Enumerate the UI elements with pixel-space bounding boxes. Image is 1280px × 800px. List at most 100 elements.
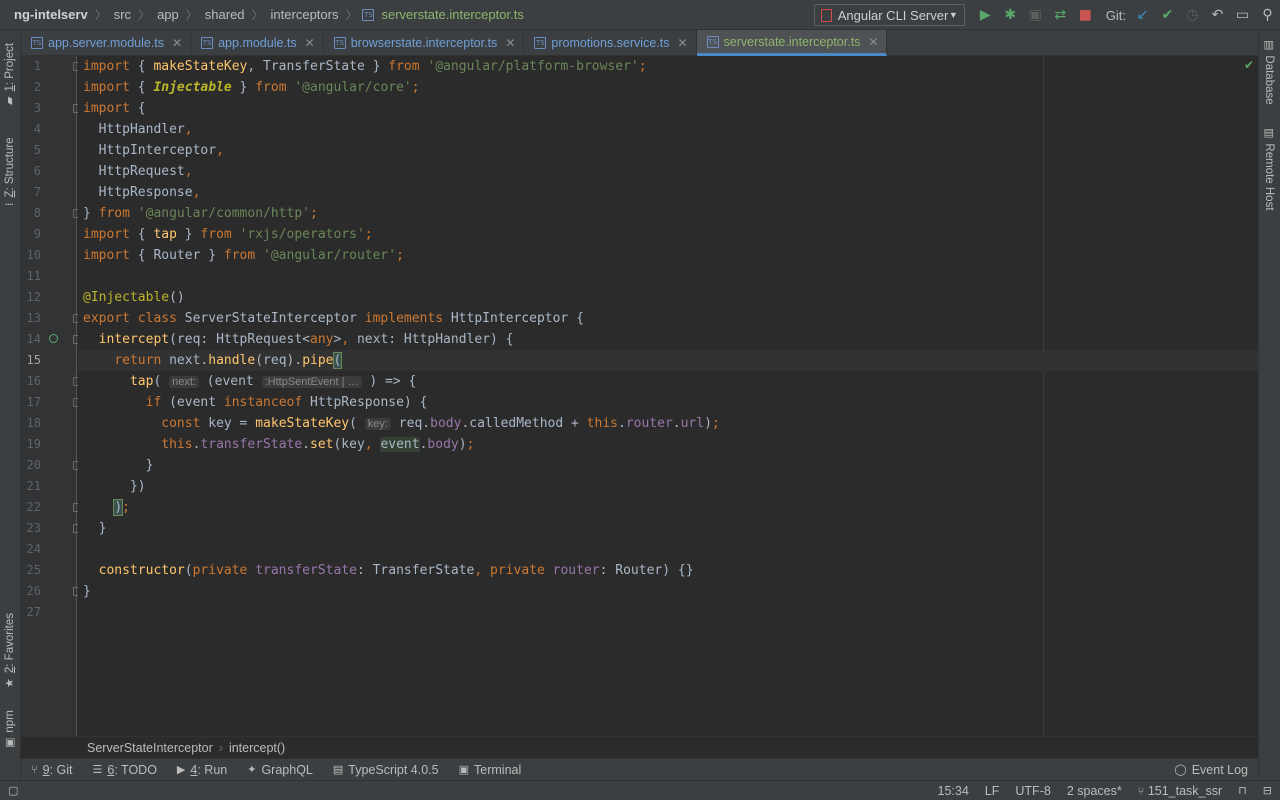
line-number[interactable]: 9: [21, 224, 41, 245]
code-line[interactable]: import { Injectable } from '@angular/cor…: [78, 77, 1258, 98]
code-line[interactable]: [78, 602, 1258, 623]
git-commit-button[interactable]: ✔: [1155, 4, 1180, 26]
code-line[interactable]: import { Router } from '@angular/router'…: [78, 245, 1258, 266]
crumb-project[interactable]: ng-intelserv: [12, 7, 90, 22]
line-number[interactable]: 24: [21, 539, 41, 560]
search-everywhere-button[interactable]: ⚲: [1255, 4, 1280, 26]
run-button[interactable]: ▶: [973, 4, 998, 26]
todo-tool-button[interactable]: ☰ 6: TODO: [82, 763, 166, 777]
crumb-app[interactable]: app: [155, 7, 181, 22]
line-number[interactable]: 6: [21, 161, 41, 182]
toggle-panels-icon[interactable]: ▢: [0, 784, 26, 797]
event-log-button[interactable]: ◯ Event Log: [1164, 763, 1258, 777]
indent-setting[interactable]: 2 spaces*: [1059, 784, 1130, 798]
graphql-tool-button[interactable]: ✦ GraphQL: [237, 763, 323, 777]
terminal-tool-button[interactable]: ▣ Terminal: [449, 763, 532, 777]
structure-tool-tab[interactable]: ⁞ Z: Structure: [3, 137, 16, 206]
line-number[interactable]: 15: [21, 350, 41, 371]
code-line[interactable]: @Injectable(): [78, 287, 1258, 308]
breadcrumb-class[interactable]: ServerStateInterceptor: [87, 741, 213, 755]
project-structure-button[interactable]: ▭: [1230, 4, 1255, 26]
crumb-interceptors[interactable]: interceptors: [269, 7, 341, 22]
typescript-tool-button[interactable]: ▤ TypeScript 4.0.5: [323, 763, 449, 777]
git-rollback-button[interactable]: ↶: [1205, 4, 1230, 26]
code-line[interactable]: tap( next: (event :HttpSentEvent | … ) =…: [78, 371, 1258, 392]
line-number[interactable]: 25: [21, 560, 41, 581]
line-number[interactable]: 14: [21, 329, 41, 350]
line-number[interactable]: 3: [21, 98, 41, 119]
code-line[interactable]: if (event instanceof HttpResponse) {: [78, 392, 1258, 413]
close-icon[interactable]: ✕: [868, 35, 878, 49]
run-configuration-select[interactable]: Angular CLI Server ▼: [813, 4, 965, 26]
line-number[interactable]: 4: [21, 119, 41, 140]
tab-app-server-module[interactable]: TS app.server.module.ts ✕: [21, 30, 192, 56]
line-number[interactable]: 2: [21, 77, 41, 98]
crumb-src[interactable]: src: [112, 7, 133, 22]
file-encoding[interactable]: UTF-8: [1007, 784, 1058, 798]
line-number[interactable]: 17: [21, 392, 41, 413]
code-line[interactable]: );: [78, 497, 1258, 518]
close-icon[interactable]: ✕: [505, 36, 515, 50]
code-line[interactable]: const key = makeStateKey( key: req.body.…: [78, 413, 1258, 434]
code-line[interactable]: HttpHandler,: [78, 119, 1258, 140]
line-separator[interactable]: LF: [977, 784, 1008, 798]
line-number[interactable]: 27: [21, 602, 41, 623]
line-number[interactable]: 16: [21, 371, 41, 392]
code-line[interactable]: import {: [78, 98, 1258, 119]
npm-tool-tab[interactable]: ▣ npm: [3, 710, 16, 748]
line-number[interactable]: 18: [21, 413, 41, 434]
code-line[interactable]: [78, 539, 1258, 560]
caret-position[interactable]: 15:34: [930, 784, 977, 798]
memory-indicator-icon[interactable]: ⊟: [1255, 784, 1280, 797]
tab-promotions-service[interactable]: TS promotions.service.ts ✕: [524, 30, 697, 56]
line-number[interactable]: 21: [21, 476, 41, 497]
crumb-shared[interactable]: shared: [203, 7, 247, 22]
line-number[interactable]: 7: [21, 182, 41, 203]
tab-app-module[interactable]: TS app.module.ts ✕: [191, 30, 324, 56]
line-number[interactable]: 26: [21, 581, 41, 602]
code-line[interactable]: export class ServerStateInterceptor impl…: [78, 308, 1258, 329]
breadcrumb-method[interactable]: intercept(): [229, 741, 285, 755]
line-number[interactable]: 10: [21, 245, 41, 266]
line-number[interactable]: 22: [21, 497, 41, 518]
rerun-button[interactable]: ⇄: [1048, 4, 1073, 26]
git-update-button[interactable]: ↙: [1130, 4, 1155, 26]
tab-serverstate-interceptor[interactable]: TS serverstate.interceptor.ts ✕: [696, 30, 888, 56]
line-number[interactable]: 12: [21, 287, 41, 308]
favorites-tool-tab[interactable]: ★ 2: Favorites: [3, 613, 16, 688]
run-tool-button[interactable]: ▶ 4: Run: [167, 763, 237, 777]
code-line[interactable]: HttpRequest,: [78, 161, 1258, 182]
code-line[interactable]: constructor(private transferState: Trans…: [78, 560, 1258, 581]
line-number[interactable]: 1: [21, 56, 41, 77]
close-icon[interactable]: ✕: [305, 36, 315, 50]
implements-method-icon[interactable]: [49, 334, 58, 343]
code-line[interactable]: import { tap } from 'rxjs/operators';: [78, 224, 1258, 245]
remote-host-tool-tab[interactable]: ▥ Remote Host: [1263, 128, 1276, 211]
code-line[interactable]: }): [78, 476, 1258, 497]
stop-button[interactable]: ■: [1073, 4, 1098, 26]
line-number[interactable]: 13: [21, 308, 41, 329]
code-line[interactable]: [78, 266, 1258, 287]
project-tool-tab[interactable]: ▰ 1: Project: [3, 43, 16, 105]
crumb-file[interactable]: serverstate.interceptor.ts: [379, 7, 525, 22]
code-line[interactable]: HttpInterceptor,: [78, 140, 1258, 161]
database-tool-tab[interactable]: ▤ Database: [1263, 40, 1276, 105]
close-icon[interactable]: ✕: [172, 36, 182, 50]
line-number[interactable]: 20: [21, 455, 41, 476]
close-icon[interactable]: ✕: [677, 36, 687, 50]
git-tool-button[interactable]: ⑂ 9: Git: [21, 763, 82, 777]
git-branch-widget[interactable]: ⑂ 151_task_ssr: [1130, 784, 1230, 798]
code-line[interactable]: }: [78, 518, 1258, 539]
line-number[interactable]: 23: [21, 518, 41, 539]
code-editor[interactable]: ✔ import { makeStateKey, TransferState }…: [78, 56, 1258, 736]
code-line[interactable]: }: [78, 455, 1258, 476]
editor-gutter[interactable]: 1 2 3 4 5 6 7 8 9 10 11 12 13 14 15 16 17 18 19 20 21 22 23 24 2…: [21, 56, 90, 736]
line-number[interactable]: 19: [21, 434, 41, 455]
code-line[interactable]: } from '@angular/common/http';: [78, 203, 1258, 224]
line-number[interactable]: 5: [21, 140, 41, 161]
code-line[interactable]: import { makeStateKey, TransferState } f…: [78, 56, 1258, 77]
coverage-button[interactable]: ▣: [1023, 4, 1048, 26]
code-line[interactable]: HttpResponse,: [78, 182, 1258, 203]
lock-icon[interactable]: ⊓: [1230, 784, 1255, 797]
git-history-button[interactable]: ◷: [1180, 4, 1205, 26]
